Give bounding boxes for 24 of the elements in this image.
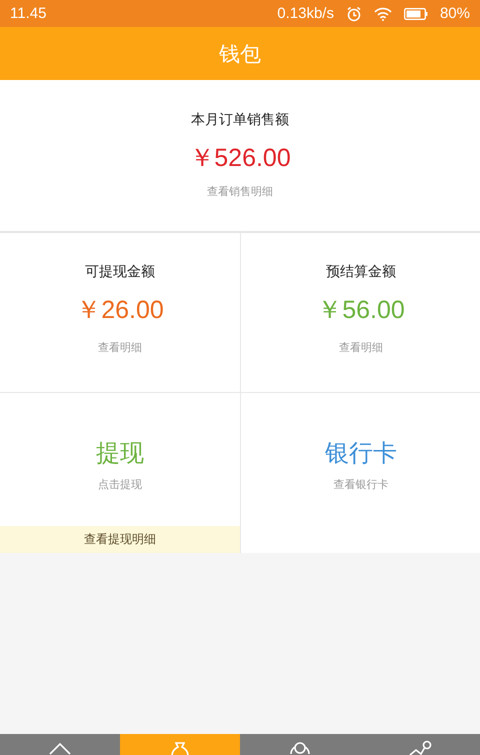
- sales-detail-link[interactable]: 查看销售明细: [207, 184, 273, 199]
- house-icon: [48, 740, 72, 755]
- network-speed-text: 0.13kb/s: [277, 5, 334, 22]
- wifi-icon: [374, 6, 392, 20]
- clock-text: 11.45: [10, 5, 46, 22]
- people-icon: [288, 740, 312, 755]
- balance-label: 预结算金额: [326, 263, 396, 281]
- alarm-icon: [346, 6, 362, 22]
- battery-icon: [404, 8, 428, 20]
- page-title: 钱包: [219, 40, 261, 68]
- balance-label: 可提现金额: [85, 263, 155, 281]
- sales-amount: ￥526.00: [189, 143, 291, 174]
- share-icon: [408, 740, 432, 755]
- action-title[interactable]: 银行卡: [325, 437, 397, 469]
- action-subtitle[interactable]: 点击提现: [98, 477, 142, 492]
- detail-link[interactable]: 查看明细: [98, 340, 142, 355]
- battery-text: 80%: [440, 5, 470, 22]
- sales-label: 本月订单销售额: [191, 111, 289, 129]
- balance-amount: ￥56.00: [317, 295, 405, 326]
- detail-link[interactable]: 查看明细: [339, 340, 383, 355]
- action-title[interactable]: 提现: [96, 437, 144, 469]
- balance-amount: ￥26.00: [76, 295, 164, 326]
- action-subtitle[interactable]: 查看银行卡: [334, 477, 388, 492]
- withdraw-detail-bar[interactable]: 查看提现明细: [0, 526, 240, 553]
